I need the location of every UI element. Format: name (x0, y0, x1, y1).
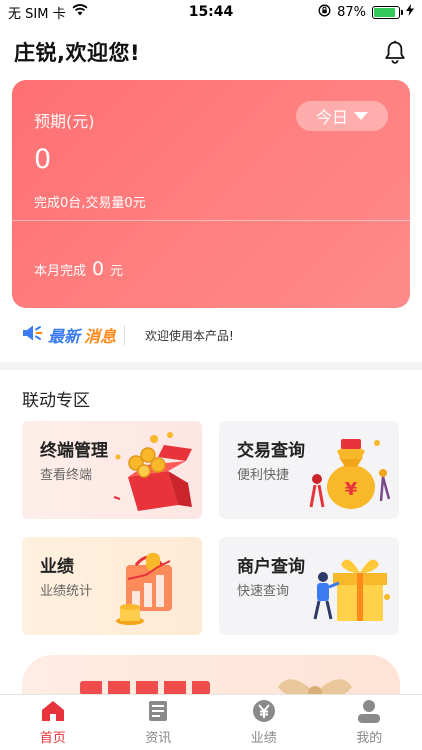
battery-percent: 87% (337, 4, 366, 20)
gift-box-coins-icon (113, 432, 192, 511)
section-title: 联动专区 (22, 391, 90, 411)
tile-merchant-query[interactable]: 商户查询 快速查询 (219, 537, 399, 635)
tile-performance[interactable]: 业绩 业绩统计 (22, 537, 202, 635)
month-summary: 本月完成 0 元 (34, 258, 123, 280)
bell-icon[interactable] (382, 39, 408, 65)
stats-card: 预期(元) 今日 0 完成0台,交易量0元 本月完成 0 元 (12, 80, 410, 308)
news-brand: 最新 消息 (22, 323, 116, 347)
tile-title: 业绩 (40, 557, 74, 577)
user-icon (356, 699, 382, 723)
period-label: 今日 (315, 108, 348, 127)
tile-subtitle: 查看终端 (40, 468, 93, 483)
expected-label: 预期(元) (34, 112, 95, 131)
tile-title: 终端管理 (40, 441, 108, 461)
tile-subtitle: 便利快捷 (237, 468, 290, 483)
news-text: 欢迎使用本产品! (145, 328, 234, 343)
gift-box-person-icon (313, 559, 390, 621)
banner-slogan (80, 681, 210, 695)
megaphone-icon (22, 324, 44, 346)
charging-icon (406, 4, 414, 20)
tab-home[interactable]: 首页 (0, 695, 106, 750)
month-label: 本月完成 (34, 264, 87, 279)
news-bar[interactable]: 最新 消息 欢迎使用本产品! (22, 320, 408, 350)
tab-label: 资讯 (145, 731, 172, 746)
month-value: 0 (92, 258, 105, 280)
wifi-icon (72, 4, 88, 20)
bar-chart-bag-icon (116, 553, 172, 625)
tab-performance[interactable]: 业绩 (211, 695, 317, 750)
greeting-title: 庄锐,欢迎您! (14, 41, 141, 65)
section-spacer (0, 362, 422, 370)
daily-summary: 完成0台,交易量0元 (34, 196, 146, 211)
carrier-label: 无 SIM 卡 (8, 6, 66, 22)
money-bag-icon: ¥ (309, 439, 391, 509)
tile-title: 交易查询 (237, 441, 305, 461)
card-divider (12, 220, 410, 221)
status-right: 87% (318, 4, 414, 21)
expected-value: 0 (34, 144, 52, 175)
tile-title: 商户查询 (237, 557, 305, 577)
news-divider (124, 325, 126, 345)
month-unit: 元 (110, 264, 124, 279)
period-dropdown[interactable]: 今日 (296, 101, 388, 131)
status-left: 无 SIM 卡 (8, 3, 88, 22)
caret-down-icon (354, 112, 368, 120)
home-icon (40, 699, 66, 723)
battery-icon (372, 5, 403, 19)
tab-label: 业绩 (250, 731, 277, 746)
tab-news[interactable]: 资讯 (106, 695, 212, 750)
tab-label: 我的 (356, 731, 383, 746)
tile-subtitle: 快速查询 (237, 584, 290, 599)
tab-mine[interactable]: 我的 (317, 695, 422, 750)
news-icon (145, 699, 171, 723)
news-brand-part2: 消息 (84, 327, 117, 346)
tile-terminal-management[interactable]: 终端管理 查看终端 (22, 421, 202, 519)
tab-bar: 首页 资讯 业绩 我的 (0, 694, 422, 750)
tile-subtitle: 业绩统计 (40, 584, 93, 599)
svg-text:¥: ¥ (345, 479, 358, 500)
status-bar: 无 SIM 卡 15:44 87% (0, 0, 422, 24)
battery-level (374, 7, 395, 17)
tab-label: 首页 (39, 731, 66, 746)
tile-transaction-query[interactable]: 交易查询 便利快捷 ¥ (219, 421, 399, 519)
news-brand-part1: 最新 (48, 327, 81, 346)
yuan-icon (251, 699, 277, 723)
orientation-lock-icon (318, 4, 331, 21)
header: 庄锐,欢迎您! (14, 34, 408, 70)
